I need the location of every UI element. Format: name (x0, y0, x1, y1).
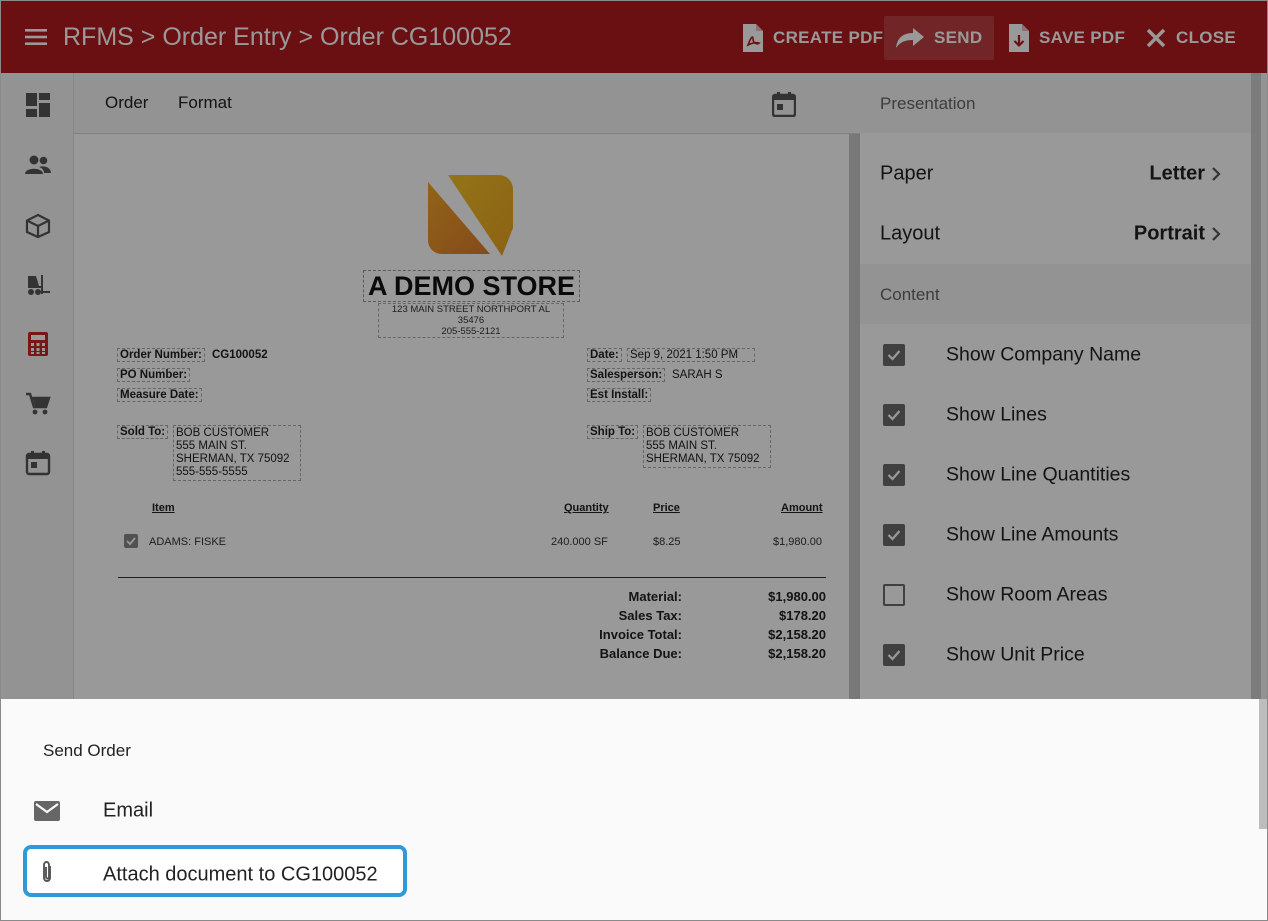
modal-scrim[interactable] (1, 1, 1267, 699)
email-label: Email (103, 799, 154, 822)
sheet-title: Send Order (43, 741, 131, 760)
send-order-sheet: Send Order Email Attach document to CG10… (1, 699, 1267, 920)
mail-icon (34, 801, 60, 821)
paperclip-icon (43, 861, 51, 882)
email-option[interactable]: Email (23, 785, 407, 837)
attach-document-label: Attach document to CG100052 (103, 863, 378, 886)
attach-document-option[interactable]: Attach document to CG100052 (23, 845, 407, 897)
app-window: RFMS > Order Entry > Order CG100052 CREA… (0, 0, 1268, 921)
sheet-scrollbar[interactable] (1259, 699, 1267, 829)
